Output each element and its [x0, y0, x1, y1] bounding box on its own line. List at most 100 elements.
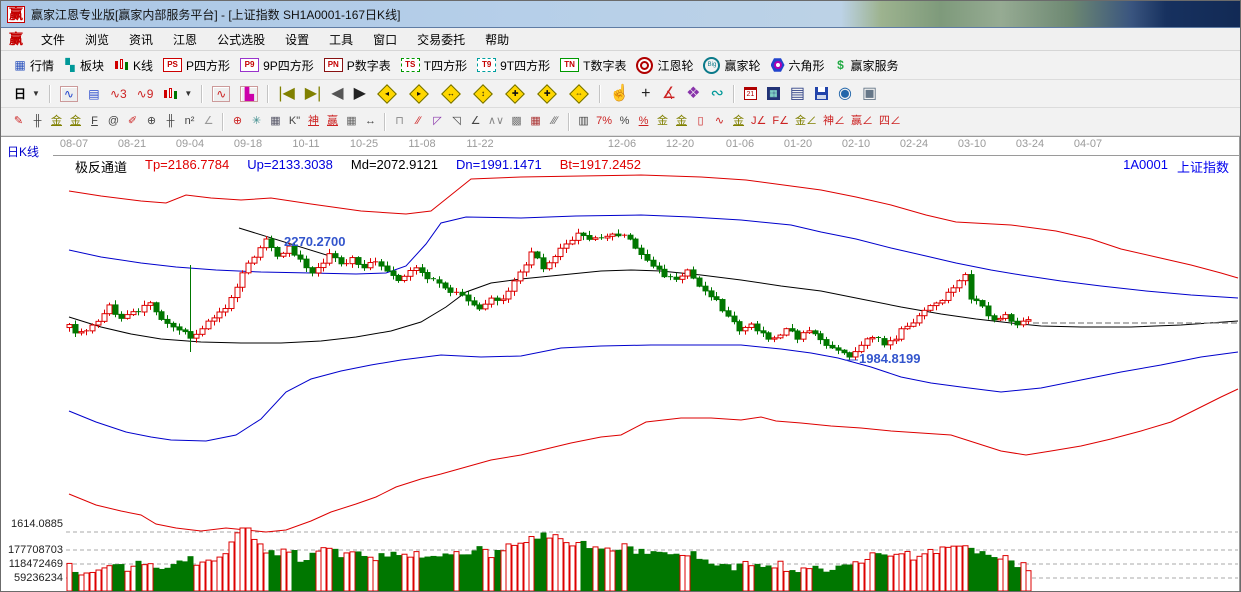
period-day-dropdown-button[interactable]: 日▼ [9, 86, 45, 102]
menu-item-2[interactable]: 资讯 [119, 29, 163, 50]
candle-flag-button[interactable]: ▯ [691, 113, 710, 130]
j-angle-button[interactable]: J∠ [748, 113, 769, 130]
chart-canvas[interactable] [1, 167, 1240, 592]
star-grid-button[interactable]: ✳ [247, 113, 266, 130]
calendar-button[interactable]: 21 [739, 86, 762, 101]
menu-item-6[interactable]: 工具 [319, 29, 363, 50]
f10-info-button[interactable]: ▤ [83, 86, 105, 102]
column-stats-button[interactable]: ▥ [574, 113, 593, 130]
fan-red-button[interactable]: ∕∕ [409, 113, 428, 130]
step-right-button[interactable]: ▶ [349, 86, 371, 102]
gold-angle-button[interactable]: 金∠ [792, 113, 820, 130]
zoom-v-diamond-button[interactable]: ↕ [467, 84, 499, 104]
zoom-h-diamond-button[interactable]: ↔ [435, 84, 467, 104]
span-arrows-button[interactable]: ↔ [361, 113, 380, 130]
volume-profile-button[interactable]: ▙ [235, 85, 263, 103]
mirror-angle-button[interactable]: ∠ [199, 113, 218, 130]
fence-grid-button[interactable]: ╫ [28, 113, 47, 130]
candle-style-dropdown-button[interactable]: ▼ [158, 86, 197, 102]
market-quotes-button[interactable]: ▦行情 [9, 56, 59, 75]
t-square-button[interactable]: TST四方形 [396, 56, 472, 75]
fence-grid-2-button[interactable]: ╫ [161, 113, 180, 130]
winner-service-button[interactable]: $赢家服务 [830, 56, 904, 75]
f-angle-button[interactable]: F∠ [769, 113, 792, 130]
gold-line-2-button[interactable]: 金 [729, 113, 748, 130]
date-label: 03-24 [1016, 138, 1044, 150]
n-squared-button[interactable]: n² [180, 113, 199, 130]
jump-first-button[interactable]: |◀ [273, 86, 299, 102]
pen-tool-button[interactable]: ✎ [9, 113, 28, 130]
print-button[interactable]: ▣ [857, 86, 882, 102]
gold-circle-button[interactable]: 金 [653, 113, 672, 130]
percent-red-button[interactable]: 7% [593, 113, 615, 130]
fan-box-dark-button[interactable]: ◹ [447, 113, 466, 130]
square-grid-button[interactable]: ▦ [266, 113, 285, 130]
hexagon-button[interactable]: 六角形 [766, 56, 830, 75]
fan-box-purple-button[interactable]: ◸ [428, 113, 447, 130]
letterbox-icon: PN [324, 58, 343, 72]
menu-item-4[interactable]: 公式选股 [207, 29, 275, 50]
pane-label-daily-kline[interactable]: 日K线 [7, 143, 39, 160]
gann-dial-button[interactable]: ⊕ [142, 113, 161, 130]
menu-item-9[interactable]: 帮助 [475, 29, 519, 50]
gann-wheel-button[interactable]: 江恩轮 [631, 56, 698, 75]
wave-9-button[interactable]: ∿9 [132, 86, 159, 102]
pan-right-diamond-button[interactable]: ▸ [403, 84, 435, 104]
gold-fence-1-button[interactable]: 金 [47, 113, 66, 130]
calculator-button[interactable]: ▦ [762, 86, 785, 101]
9t-square-button[interactable]: T99T四方形 [472, 56, 555, 75]
pan-left-diamond-button[interactable]: ◂ [371, 84, 403, 104]
hand-tool-button[interactable]: ☝ [605, 86, 635, 102]
fit-diamond-button[interactable]: ⇔ [563, 84, 595, 104]
kline-button[interactable]: K线 [109, 56, 158, 75]
gold-fence-2-button[interactable]: 金 [66, 113, 85, 130]
trend-chart-button[interactable]: ∿ [55, 85, 83, 103]
expand-diamond-button[interactable]: ✚ [531, 84, 563, 104]
percent-line-button[interactable]: % [634, 113, 653, 130]
menu-item-8[interactable]: 交易委托 [407, 29, 475, 50]
ying-angle-button[interactable]: 赢∠ [848, 113, 876, 130]
percent-button[interactable]: % [615, 113, 634, 130]
p-square-button[interactable]: PSP四方形 [158, 56, 235, 75]
t-number-table-button[interactable]: TNT数字表 [555, 56, 631, 75]
k-marks-button[interactable]: K" [285, 113, 304, 130]
zoom-all-diamond-button[interactable]: ✚ [499, 84, 531, 104]
trend-chart-red-button[interactable]: ∿ [207, 85, 235, 103]
menu-item-1[interactable]: 浏览 [75, 29, 119, 50]
notes-button[interactable]: ▤ [785, 86, 810, 102]
winner-wheel-button[interactable]: Big赢家轮 [698, 56, 765, 75]
si-angle-button[interactable]: 四∠ [876, 113, 904, 130]
wave-3-button[interactable]: ∿3 [105, 86, 132, 102]
jump-last-button[interactable]: ▶| [300, 86, 326, 102]
shen-angle-button[interactable]: 神∠ [820, 113, 848, 130]
9p-square-button[interactable]: P99P四方形 [235, 56, 319, 75]
wave-av-button[interactable]: ∿ [710, 113, 729, 130]
menu-item-5[interactable]: 设置 [275, 29, 319, 50]
menu-item-3[interactable]: 江恩 [163, 29, 207, 50]
menu-item-7[interactable]: 窗口 [363, 29, 407, 50]
f-fence-button[interactable]: F [85, 113, 104, 130]
angle-lines-button[interactable]: ∠ [466, 113, 485, 130]
gann-box-button[interactable]: ⊓ [390, 113, 409, 130]
shen-grid-button[interactable]: 神 [304, 113, 323, 130]
pen-ruler-button[interactable]: ✐ [123, 113, 142, 130]
menu-item-0[interactable]: 文件 [31, 29, 75, 50]
save-web-button[interactable]: ◉ [833, 86, 857, 102]
angle-measure-tool-button[interactable]: ∡ [657, 86, 681, 102]
zigzag-button[interactable]: ∧∨ [485, 113, 507, 130]
sectors-button[interactable]: ▚板块 [59, 56, 109, 75]
gold-line-button[interactable]: 金 [672, 113, 691, 130]
ruler-grid-button[interactable]: ▦ [342, 113, 361, 130]
target-circle-button[interactable]: ⊕ [228, 113, 247, 130]
crosshair-tool-button[interactable]: + [635, 86, 657, 102]
p-number-table-button[interactable]: PNP数字表 [319, 56, 396, 75]
grid-b-button[interactable]: ▦ [526, 113, 545, 130]
save-button[interactable] [810, 86, 833, 101]
pattern-tool-button[interactable]: ∾ [706, 86, 729, 102]
slant-lines-button[interactable]: ∕∕∕ [545, 113, 564, 130]
ying-grid-button[interactable]: 赢 [323, 113, 342, 130]
grid-a-button[interactable]: ▩ [507, 113, 526, 130]
spiral-tool-button[interactable]: @ [104, 113, 123, 130]
gann-shape-tool-button[interactable]: ❖ [681, 86, 705, 102]
step-left-button[interactable]: ◀ [326, 86, 348, 102]
